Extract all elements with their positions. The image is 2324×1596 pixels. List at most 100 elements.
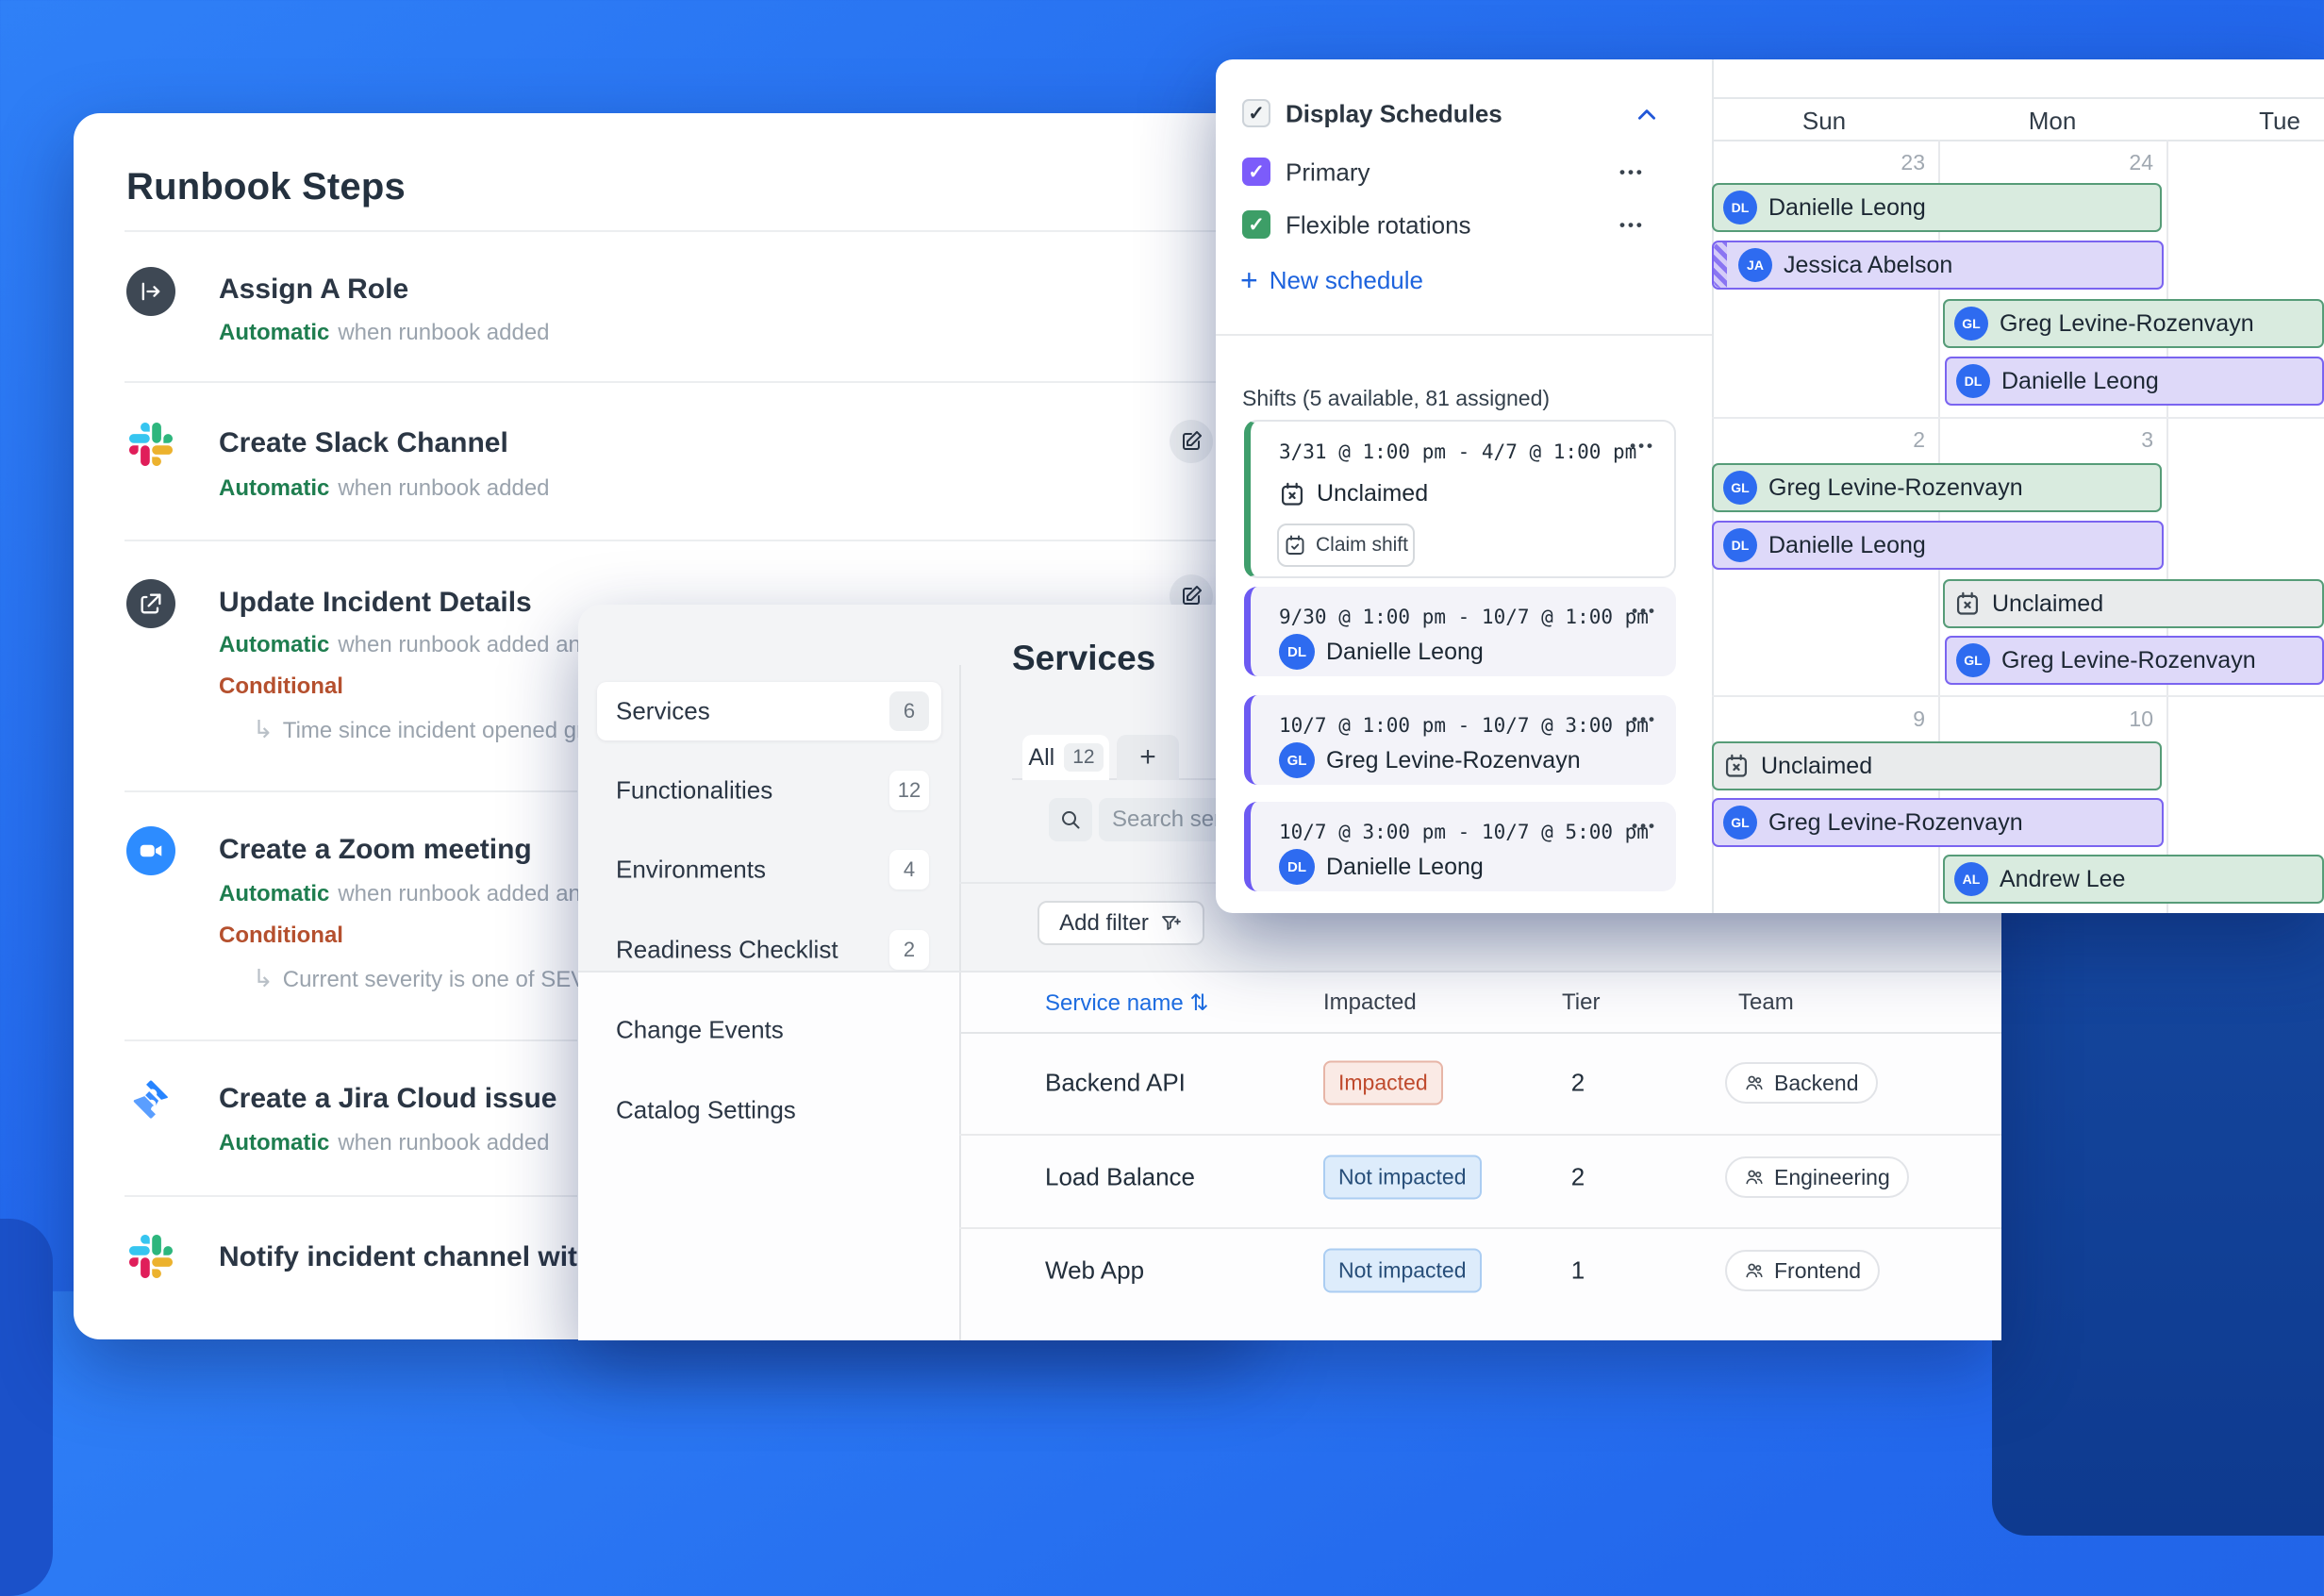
calendar-event-unclaimed[interactable]: Unclaimed — [1943, 579, 2324, 628]
date-label: 3 — [2078, 427, 2153, 453]
avatar: AL — [1954, 862, 1988, 896]
background-corner-accent — [0, 1219, 53, 1596]
sidebar-item-label[interactable]: Services — [616, 697, 710, 726]
avatar: GL — [1279, 742, 1315, 778]
avatar: DL — [1279, 849, 1315, 885]
shift-card[interactable]: 10/7 @ 1:00 pm - 10/7 @ 3:00 pm ••• GL G… — [1244, 695, 1676, 785]
funnel-plus-icon — [1160, 912, 1183, 935]
column-header-service-name[interactable]: Service name ⇅ — [1045, 989, 1209, 1017]
avatar: DL — [1723, 191, 1757, 224]
edit-step-button[interactable] — [1170, 420, 1213, 463]
divider — [124, 230, 1254, 232]
ellipsis-menu-icon[interactable]: ••• — [1619, 216, 1645, 235]
calendar-event[interactable]: DL Danielle Leong — [1712, 183, 2162, 232]
team-icon — [1744, 1167, 1765, 1188]
tab-count-badge: 12 — [1064, 743, 1103, 772]
step-trigger: Automaticwhen runbook added and — [219, 632, 593, 658]
sidebar-item-readiness-checklist[interactable]: Readiness Checklist — [616, 936, 838, 965]
shift-time: 3/31 @ 1:00 pm - 4/7 @ 1:00 pm — [1279, 441, 1636, 463]
jira-icon — [126, 1073, 175, 1122]
shift-time: 10/7 @ 1:00 pm - 10/7 @ 3:00 pm — [1279, 714, 1649, 737]
step-trigger: Automaticwhen runbook added — [219, 320, 550, 346]
sidebar-item-catalog-settings[interactable]: Catalog Settings — [616, 1096, 796, 1125]
date-label: 9 — [1850, 707, 1925, 732]
claim-shift-button[interactable]: Claim shift — [1277, 524, 1415, 567]
new-schedule-button[interactable]: + New schedule — [1240, 263, 1423, 298]
add-filter-button[interactable]: Add filter — [1038, 901, 1204, 945]
team-pill[interactable]: Engineering — [1725, 1156, 1909, 1198]
ellipsis-menu-icon[interactable]: ••• — [1630, 437, 1655, 456]
team-pill[interactable]: Backend — [1725, 1062, 1878, 1104]
search-icon[interactable] — [1049, 798, 1092, 841]
avatar: DL — [1956, 364, 1990, 398]
flexible-rotations-checkbox[interactable]: ✓ — [1242, 210, 1270, 239]
status-badge: Not impacted — [1323, 1249, 1482, 1293]
shift-person: GL Greg Levine-Rozenvayn — [1279, 742, 1581, 778]
shifts-header: Shifts (5 available, 81 assigned) — [1242, 386, 1550, 411]
arrow-up-right-square-icon — [126, 579, 175, 628]
slack-icon — [126, 1232, 175, 1281]
zoom-icon — [126, 826, 175, 875]
step-title: Create a Zoom meeting — [219, 834, 532, 866]
team-icon — [1744, 1072, 1765, 1093]
sidebar-item-change-events[interactable]: Change Events — [616, 1016, 784, 1045]
day-header-sun: Sun — [1730, 107, 1918, 136]
divider — [1216, 334, 1712, 336]
arrow-from-bar-icon — [126, 267, 175, 316]
conditional-badge: Conditional — [219, 673, 343, 700]
calendar-event[interactable]: DL Danielle Leong — [1712, 521, 2164, 570]
calendar-event[interactable]: AL Andrew Lee — [1943, 855, 2324, 904]
display-schedules-label: Display Schedules — [1286, 100, 1502, 129]
step-trigger: Automaticwhen runbook added — [219, 475, 550, 502]
sidebar-count-badge: 2 — [889, 930, 929, 970]
ellipsis-menu-icon[interactable]: ••• — [1632, 710, 1657, 729]
shift-card[interactable]: 3/31 @ 1:00 pm - 4/7 @ 1:00 pm ••• Uncla… — [1244, 420, 1676, 578]
service-name-cell: Web App — [1045, 1256, 1144, 1286]
shift-person: DL Danielle Leong — [1279, 634, 1484, 670]
avatar: DL — [1723, 528, 1757, 562]
ellipsis-menu-icon[interactable]: ••• — [1632, 602, 1657, 621]
service-name-cell: Load Balance — [1045, 1163, 1195, 1192]
calendar-x-icon — [1723, 753, 1750, 779]
day-header-tue: Tue — [2185, 107, 2324, 136]
sidebar-count-badge: 4 — [889, 850, 929, 889]
calendar-event[interactable]: GL Greg Levine-Rozenvayn — [1945, 636, 2324, 685]
slack-icon — [126, 420, 175, 469]
column-header-tier: Tier — [1562, 989, 1600, 1016]
status-badge: Not impacted — [1323, 1155, 1482, 1200]
divider — [124, 381, 1254, 383]
sidebar-item-functionalities[interactable]: Functionalities — [616, 776, 772, 806]
week-gridline — [1712, 695, 2324, 697]
branch-icon: ↳ — [253, 964, 274, 992]
calendar-event-unclaimed[interactable]: Unclaimed — [1712, 741, 2162, 790]
team-icon — [1744, 1260, 1765, 1281]
calendar-event[interactable]: DL Danielle Leong — [1945, 357, 2324, 406]
step-trigger: Automaticwhen runbook added and — [219, 881, 593, 907]
calendar-event[interactable]: GL Greg Levine-Rozenvayn — [1943, 299, 2324, 348]
tab-all[interactable]: All 12 — [1022, 735, 1109, 780]
sort-icon: ⇅ — [1189, 990, 1208, 1016]
avatar: GL — [1723, 806, 1757, 840]
add-tab-button[interactable]: + — [1117, 735, 1179, 780]
divider — [124, 1195, 577, 1197]
avatar: GL — [1956, 643, 1990, 677]
calendar-event[interactable]: JA Jessica Abelson — [1712, 241, 2164, 290]
schedule-label: Flexible rotations — [1286, 211, 1471, 241]
services-title: Services — [1012, 639, 1155, 678]
ellipsis-menu-icon[interactable]: ••• — [1619, 163, 1645, 182]
step-title: Create a Jira Cloud issue — [219, 1083, 556, 1115]
shift-card[interactable]: 10/7 @ 3:00 pm - 10/7 @ 5:00 pm ••• DL D… — [1244, 802, 1676, 891]
calendar-event[interactable]: GL Greg Levine-Rozenvayn — [1712, 463, 2162, 512]
step-title: Assign A Role — [219, 274, 408, 306]
team-pill[interactable]: Frontend — [1725, 1250, 1880, 1291]
ellipsis-menu-icon[interactable]: ••• — [1632, 817, 1657, 836]
divider — [124, 790, 577, 792]
shift-card[interactable]: 9/30 @ 1:00 pm - 10/7 @ 1:00 pm ••• DL D… — [1244, 587, 1676, 676]
calendar-event[interactable]: GL Greg Levine-Rozenvayn — [1712, 798, 2164, 847]
calendar-check-icon — [1284, 534, 1306, 557]
conditional-badge: Conditional — [219, 923, 343, 949]
chevron-up-icon[interactable] — [1635, 103, 1659, 127]
display-schedules-checkbox[interactable]: ✓ — [1242, 99, 1270, 127]
sidebar-item-environments[interactable]: Environments — [616, 856, 766, 885]
primary-schedule-checkbox[interactable]: ✓ — [1242, 158, 1270, 186]
